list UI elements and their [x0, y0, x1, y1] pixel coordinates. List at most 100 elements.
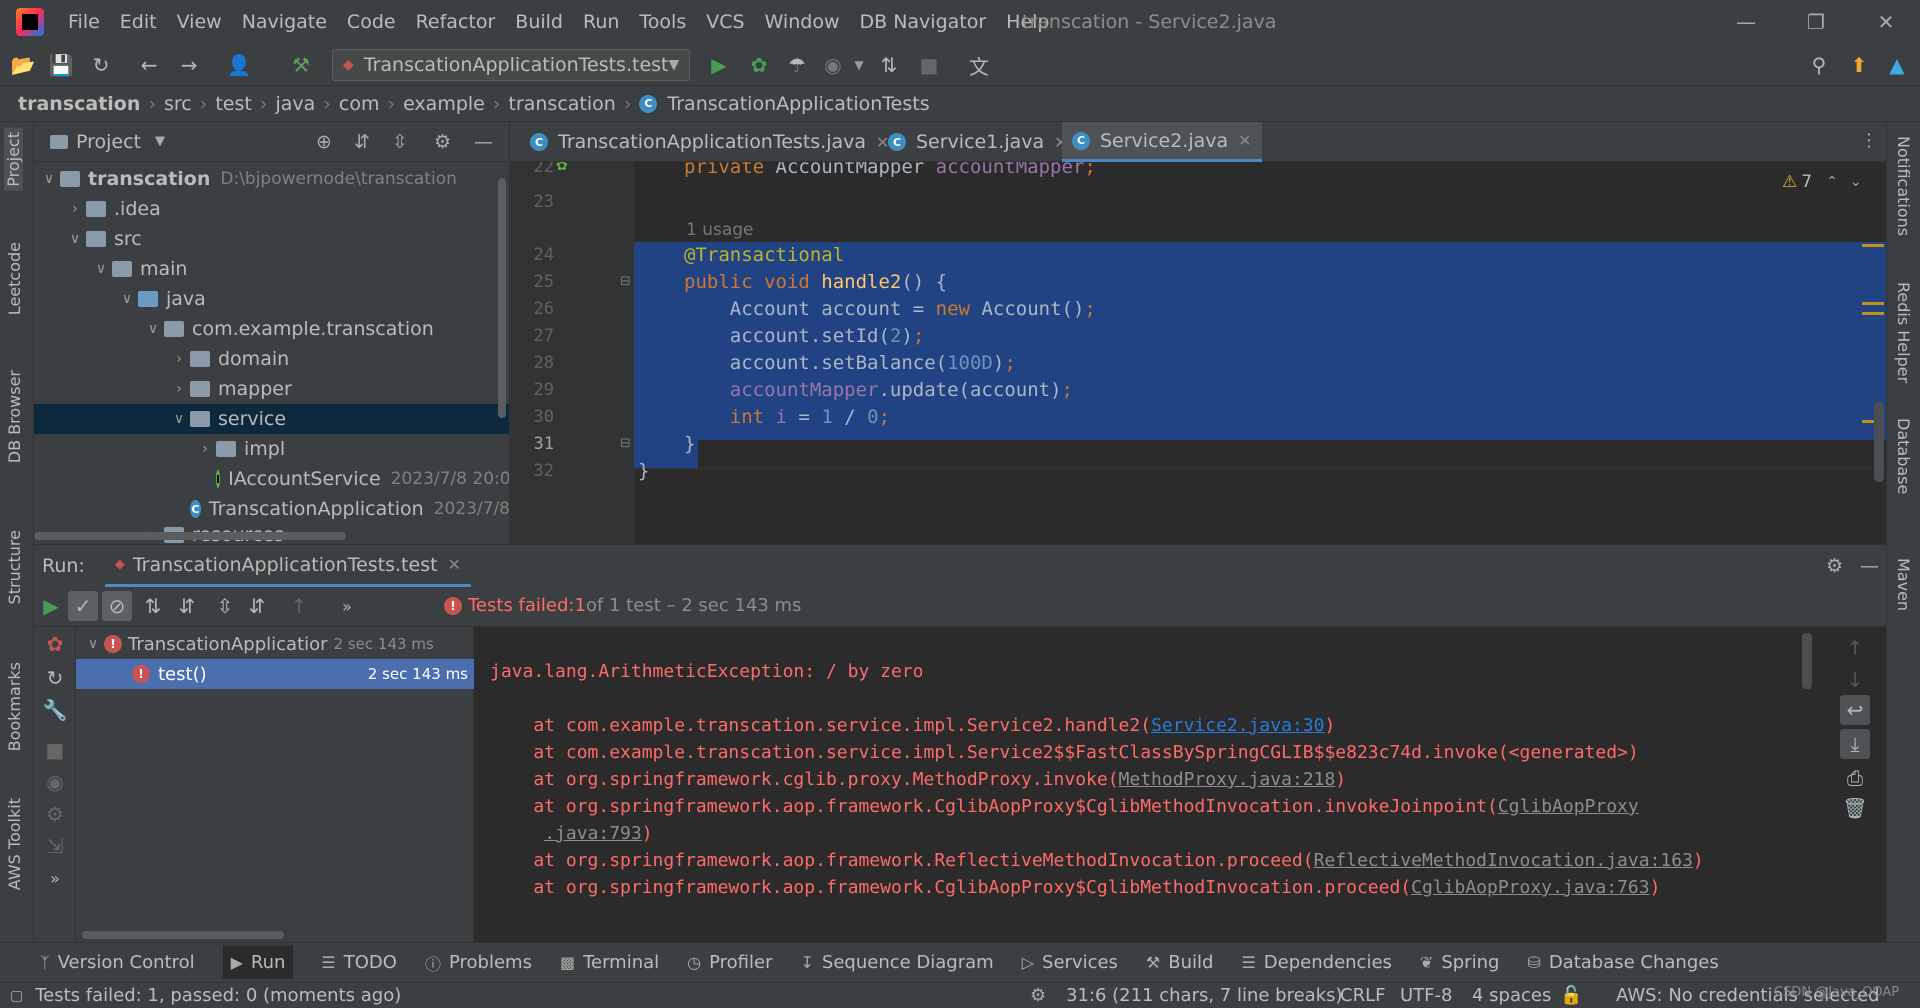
scroll-down-icon[interactable]: ↓	[1842, 667, 1868, 693]
chevron-right-icon[interactable]: ›	[168, 381, 190, 397]
tab-todo[interactable]: ☰ TODO	[321, 952, 397, 973]
test-suite-row[interactable]: ∨ ! TranscationApplicatior 2 sec 143 ms	[76, 629, 474, 659]
tab-services[interactable]: ▷ Services	[1022, 952, 1118, 973]
previous-highlight-icon[interactable]: ⌃	[1826, 174, 1838, 190]
source-link[interactable]: MethodProxy.java:218	[1119, 769, 1336, 790]
tab-run[interactable]: ▶ Run	[222, 946, 294, 979]
build-hammer-icon[interactable]: ⚒	[288, 52, 314, 78]
breadcrumb-item[interactable]: src	[164, 93, 192, 115]
toggle-auto-test-icon[interactable]: ↻	[42, 665, 68, 691]
vertical-scrollbar[interactable]	[498, 178, 506, 418]
more-options-icon[interactable]: ⋮	[1860, 130, 1878, 151]
caret-position[interactable]: 31:6 (211 chars, 7 line breaks)	[1066, 985, 1343, 1006]
tree-item-java[interactable]: ∨ java	[34, 284, 509, 314]
status-message[interactable]: Tests failed: 1, passed: 0 (moments ago)	[35, 985, 401, 1006]
breadcrumb-item[interactable]: com	[339, 93, 380, 115]
breadcrumb-item[interactable]: transcation	[508, 93, 615, 115]
more-run-chevron-icon[interactable]: ▼	[846, 52, 872, 78]
horizontal-scrollbar[interactable]	[82, 931, 284, 939]
chevron-right-icon[interactable]: ›	[194, 441, 216, 457]
tool-window-redis-helper[interactable]: Redis Helper	[1894, 282, 1913, 383]
hide-panel-icon[interactable]: —	[1860, 555, 1879, 577]
scroll-to-end-icon[interactable]: ⤓	[1840, 729, 1870, 759]
trash-icon[interactable]: 🗑	[1842, 795, 1868, 821]
tree-item-iaccountservice[interactable]: I IAccountService 2023/7/8 20:0	[34, 464, 509, 494]
open-folder-icon[interactable]: 📂	[10, 52, 36, 78]
previous-failed-icon[interactable]: ↑	[286, 593, 312, 619]
source-link[interactable]: CglibAopProxy.java:763	[1411, 877, 1649, 898]
soft-wrap-icon[interactable]: ↩	[1840, 695, 1870, 725]
breadcrumb-item[interactable]: java	[275, 93, 315, 115]
camera-icon[interactable]: ◉	[42, 769, 68, 795]
search-icon[interactable]: ⚲	[1806, 52, 1832, 78]
export-icon[interactable]: ⇲	[42, 833, 68, 859]
rerun-failed-icon[interactable]: ✿	[42, 631, 68, 657]
source-link[interactable]: CglibAopProxy	[1498, 796, 1639, 817]
breadcrumb-item[interactable]: example	[403, 93, 485, 115]
update-icon[interactable]: ⬆	[1846, 52, 1872, 78]
forward-icon[interactable]: →	[176, 52, 202, 78]
restore-button[interactable]: ❐	[1786, 0, 1846, 44]
menu-run[interactable]: Run	[573, 0, 629, 44]
tree-item-src[interactable]: ∨ src	[34, 224, 509, 254]
warning-stripe[interactable]	[1862, 312, 1884, 315]
tab-service1[interactable]: C Service1.java ✕	[878, 122, 1078, 162]
tab-profiler[interactable]: ◷ Profiler	[687, 952, 772, 973]
tree-item-transcationapplication[interactable]: C TranscationApplication 2023/7/8	[34, 494, 509, 524]
tool-window-aws-toolkit[interactable]: AWS Toolkit	[5, 798, 24, 890]
lock-icon[interactable]: 🔓	[1560, 985, 1582, 1006]
debug-icon[interactable]: ✿	[746, 52, 772, 78]
chevron-down-icon[interactable]: ∨	[116, 291, 138, 307]
source-link[interactable]: .java:793	[544, 823, 642, 844]
tool-window-structure[interactable]: Structure	[5, 530, 24, 604]
run-tab[interactable]: ◆ TranscationApplicationTests.test ✕	[104, 545, 471, 587]
user-icon[interactable]: 👤	[226, 52, 252, 78]
file-encoding[interactable]: UTF-8	[1400, 985, 1452, 1006]
show-passed-toggle[interactable]: ✓	[68, 591, 98, 621]
fold-icon[interactable]: ⊟	[620, 274, 631, 289]
close-icon[interactable]: ✕	[1238, 131, 1251, 150]
panel-toggle-icon[interactable]: ▢	[10, 988, 23, 1004]
tab-problems[interactable]: ⓘ Problems	[425, 951, 532, 975]
gear-icon[interactable]: ⚙	[42, 801, 68, 827]
tree-item-mapper[interactable]: › mapper	[34, 374, 509, 404]
menu-edit[interactable]: Edit	[110, 0, 167, 44]
collapse-all-icon[interactable]: ⇵	[244, 593, 270, 619]
test-console-output[interactable]: java.lang.ArithmeticException: / by zero…	[474, 627, 1886, 943]
menu-vcs[interactable]: VCS	[696, 0, 754, 44]
hide-panel-icon[interactable]: —	[474, 131, 493, 153]
tool-window-notifications[interactable]: Notifications	[1894, 136, 1913, 236]
menu-window[interactable]: Window	[755, 0, 850, 44]
locate-icon[interactable]: ⊕	[316, 131, 332, 153]
run-configuration-select[interactable]: ◆ TranscationApplicationTests.test ▼	[332, 49, 690, 81]
code-editor[interactable]: 22 23 24 25 26 27 28 29 30 31 32 ✿ ⊟ ⊟ p…	[510, 162, 1886, 544]
tab-version-control[interactable]: ᛉ Version Control	[40, 952, 195, 973]
expand-all-icon[interactable]: ⇳	[212, 593, 238, 619]
tab-transcationapplicationtests[interactable]: C TranscationApplicationTests.java ✕	[520, 122, 899, 162]
menu-file[interactable]: File	[58, 0, 110, 44]
dependency-icon[interactable]: ⚙	[1030, 985, 1046, 1006]
breadcrumb-item[interactable]: test	[215, 93, 252, 115]
coverage-icon[interactable]: ☂	[784, 52, 810, 78]
tab-dependencies[interactable]: ☰ Dependencies	[1241, 952, 1391, 973]
source-link[interactable]: ReflectiveMethodInvocation.java:163	[1314, 850, 1693, 871]
tree-item-package[interactable]: ∨ com.example.transcation	[34, 314, 509, 344]
menu-db-navigator[interactable]: DB Navigator	[849, 0, 996, 44]
tool-window-maven[interactable]: Maven	[1894, 558, 1913, 611]
attach-debugger-icon[interactable]: ⇅	[876, 52, 902, 78]
next-highlight-icon[interactable]: ⌄	[1850, 174, 1862, 190]
inspection-widget[interactable]: ⚠ 7 ⌃ ⌄	[1782, 172, 1862, 192]
collapse-all-icon[interactable]: ⇳	[392, 131, 408, 153]
translate-icon[interactable]: 文	[966, 52, 992, 79]
breadcrumb-item[interactable]: transcation	[18, 93, 140, 115]
tree-item-main[interactable]: ∨ main	[34, 254, 509, 284]
horizontal-scrollbar[interactable]	[34, 532, 346, 540]
print-icon[interactable]: ⎙	[1842, 765, 1868, 791]
scroll-up-icon[interactable]: ↑	[1842, 635, 1868, 661]
more-icon[interactable]: »	[42, 865, 68, 891]
menu-code[interactable]: Code	[337, 0, 406, 44]
tab-build[interactable]: ⚒ Build	[1146, 952, 1214, 973]
menu-navigate[interactable]: Navigate	[232, 0, 337, 44]
indent-setting[interactable]: 4 spaces	[1472, 985, 1551, 1006]
sort-alpha-icon[interactable]: ⇅	[140, 593, 166, 619]
